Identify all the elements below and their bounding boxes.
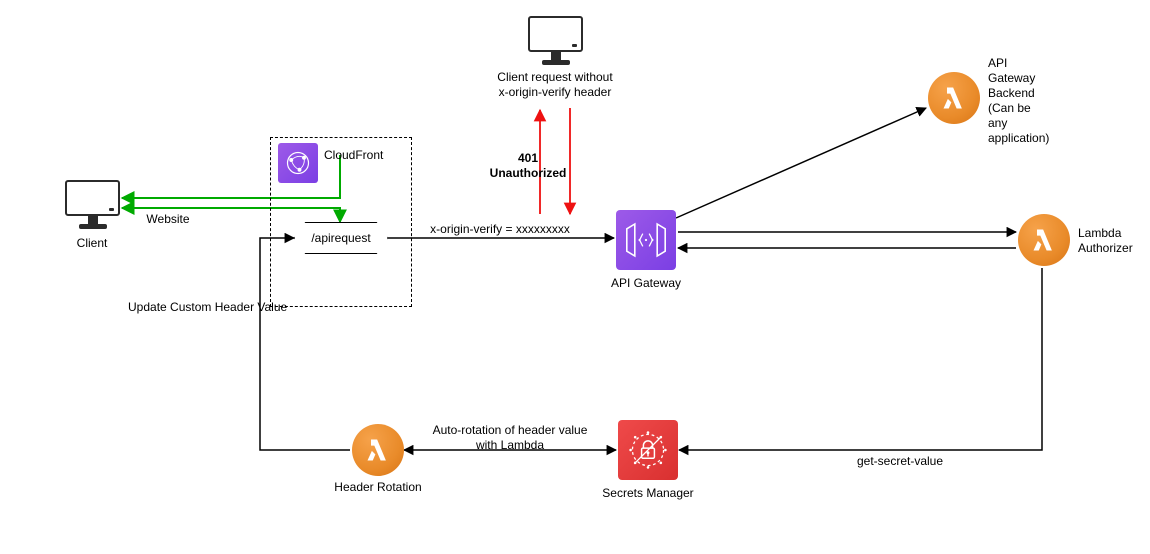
edge-update-header-label: Update Custom Header Value — [128, 300, 287, 315]
client-label: Client — [77, 236, 108, 251]
cloudfront-icon — [278, 143, 318, 183]
secrets-manager-icon — [618, 420, 678, 480]
lambda-authorizer-icon — [1018, 214, 1070, 266]
apirequest-hex: /apirequest — [294, 222, 388, 254]
edge-unauthorized-label: 401 Unauthorized — [490, 151, 567, 181]
api-gateway-icon — [616, 210, 676, 270]
backend-lambda-label: API Gateway Backend (Can be any applicat… — [988, 56, 1049, 146]
api-gateway-label: API Gateway — [611, 276, 681, 291]
secrets-manager-label: Secrets Manager — [602, 486, 693, 501]
edge-website-label: Website — [146, 212, 189, 227]
edge-xorigin-label: x-origin-verify = xxxxxxxxx — [430, 222, 570, 237]
edge-get-secret-label: get-secret-value — [857, 454, 943, 469]
apirequest-label: /apirequest — [311, 231, 370, 245]
header-rotation-label: Header Rotation — [334, 480, 421, 495]
header-rotation-icon — [352, 424, 404, 476]
unauth-client-label: Client request without x-origin-verify h… — [497, 70, 612, 100]
lambda-authorizer-label: Lambda Authorizer — [1078, 226, 1133, 256]
unauth-client-icon — [528, 16, 583, 65]
edge-auto-rotation-label: Auto-rotation of header value with Lambd… — [433, 423, 588, 453]
client-icon — [65, 180, 120, 229]
backend-lambda-icon — [928, 72, 980, 124]
diagram-stage: { "nodes": { "client": { "label": "Clien… — [0, 0, 1150, 554]
cloudfront-label: CloudFront — [324, 148, 383, 163]
